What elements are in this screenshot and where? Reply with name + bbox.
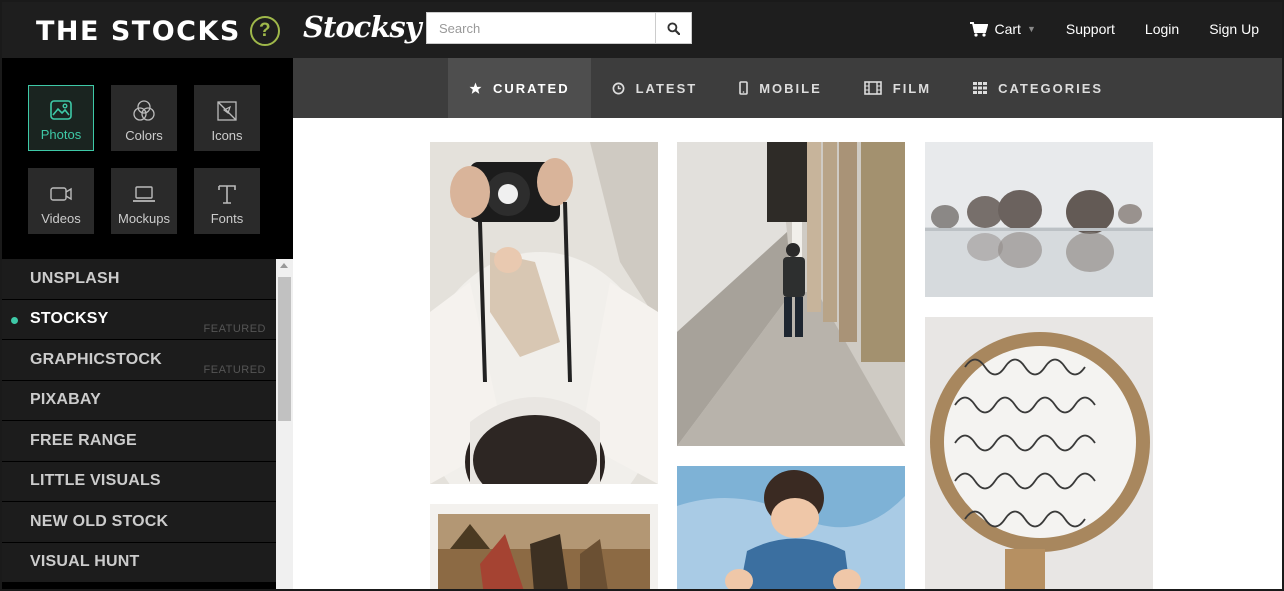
support-link[interactable]: Support [1051,21,1130,37]
login-link[interactable]: Login [1130,21,1194,37]
featured-badge: FEATURED [203,323,266,335]
color-circles-icon [133,100,155,121]
tile-icons[interactable]: Icons [194,85,260,151]
clock-icon [612,82,625,94]
source-label: FREE RANGE [30,431,137,449]
film-icon [863,81,882,95]
photo-camera-baby [430,142,658,484]
search-icon [667,21,680,35]
active-dot-icon [11,316,18,324]
top-bar: THE STOCKS ? Stocksy Cart ▼ Support Logi… [0,0,1284,58]
search-button[interactable] [655,13,691,43]
source-list: UNSPLASH STOCKSY FEATURED GRAPHICSTOCK F… [0,259,276,583]
tab-label: FILM [892,80,932,96]
chevron-down-icon: ▼ [1026,24,1036,34]
tab-label: CURATED [493,80,570,96]
featured-badge: FEATURED [203,363,266,376]
source-unsplash[interactable]: UNSPLASH [0,259,276,300]
brand-logo-text[interactable]: THE STOCKS [36,16,241,47]
source-label: LITTLE VISUALS [30,472,161,490]
tile-videos[interactable]: Videos [28,168,94,234]
tab-categories[interactable]: CATEGORIES [952,58,1124,118]
photo-thumbnail[interactable] [430,504,658,591]
source-free-range[interactable]: FREE RANGE [0,421,276,462]
category-bar: CURATED LATEST MOBILE FILM CATEGORIES [293,58,1284,118]
icons-icon [217,101,237,121]
photo-thumbnail[interactable] [677,142,905,446]
sidebar-scrollbar[interactable] [276,259,293,591]
tab-label: LATEST [635,80,698,96]
brand[interactable]: THE STOCKS ? [36,14,280,48]
top-nav: Cart ▼ Support Login Sign Up [955,0,1275,58]
category-tabs: CURATED LATEST MOBILE FILM CATEGORIES [448,58,1124,118]
tile-label: Fonts [210,211,244,226]
source-label: UNSPLASH [30,269,120,287]
photo-magnifier-love-notes [925,317,1153,591]
source-little-visuals[interactable]: LITTLE VISUALS [0,461,276,502]
source-label: VISUAL HUNT [30,553,140,571]
mobile-icon [739,81,748,95]
photo-gallery [293,118,1284,591]
source-label: STOCKSY [30,310,109,328]
photo-icon [50,100,72,120]
laptop-icon [133,186,155,202]
source-graphicstock[interactable]: GRAPHICSTOCK FEATURED [0,340,276,381]
photo-thumbnail[interactable] [925,142,1153,297]
source-stocksy[interactable]: STOCKSY FEATURED [0,299,276,340]
source-new-old-stock[interactable]: NEW OLD STOCK [0,502,276,543]
photo-thumbnail[interactable] [677,466,905,591]
help-icon[interactable]: ? [249,16,280,46]
photo-colonnade-man [677,142,905,446]
tile-label: Photos [40,127,82,142]
photo-thumbnail[interactable] [925,317,1153,591]
photo-thumbnail[interactable] [430,142,658,484]
font-icon [218,185,236,204]
source-pixabay[interactable]: PIXABAY [0,380,276,421]
tile-label: Mockups [117,211,171,226]
video-camera-icon [50,187,72,201]
tab-latest[interactable]: LATEST [591,58,719,118]
search-box [426,12,692,44]
star-icon [469,82,482,94]
cart-link[interactable]: Cart ▼ [955,21,1051,37]
tab-film[interactable]: FILM [843,58,952,118]
tile-label: Colors [125,128,163,143]
source-label: GRAPHICSTOCK [30,350,162,368]
grid-icon [973,82,988,94]
tab-label: MOBILE [759,80,822,96]
stocksy-logo[interactable]: Stocksy [303,10,422,44]
photo-street-scene [430,504,658,591]
tile-fonts[interactable]: Fonts [194,168,260,234]
tile-label: Videos [41,211,81,226]
source-label: NEW OLD STOCK [30,512,169,530]
tile-photos[interactable]: Photos [28,85,94,151]
tab-mobile[interactable]: MOBILE [718,58,843,118]
cart-icon [969,21,988,37]
source-label: PIXABAY [30,391,102,409]
signup-link[interactable]: Sign Up [1194,21,1274,37]
tile-mockups[interactable]: Mockups [111,168,177,234]
tile-label: Icons [211,128,243,143]
sidebar: Photos Colors Icons Videos Mockups Fonts… [0,58,293,591]
photo-child-bed [677,466,905,591]
media-type-tiles: Photos Colors Icons Videos Mockups Fonts [28,85,260,234]
search-input[interactable] [427,13,655,43]
tile-colors[interactable]: Colors [111,85,177,151]
photo-foggy-trees [925,142,1153,297]
tab-curated[interactable]: CURATED [448,58,591,118]
scroll-thumb[interactable] [278,277,291,421]
scroll-up-arrow-icon[interactable] [280,263,288,268]
tab-label: CATEGORIES [998,80,1104,96]
cart-label: Cart [994,21,1021,37]
source-visual-hunt[interactable]: VISUAL HUNT [0,542,276,583]
